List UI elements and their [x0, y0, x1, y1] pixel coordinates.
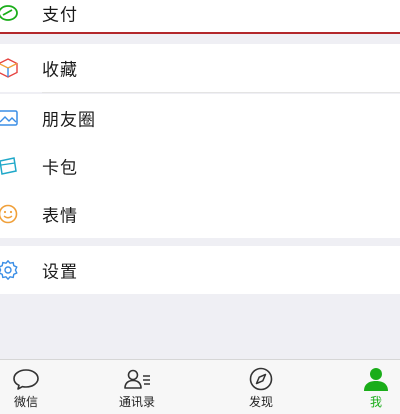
menu-item-label: 支付 [42, 5, 78, 26]
menu-item-favorites[interactable]: 收藏 [0, 44, 400, 92]
tab-label: 通讯录 [118, 395, 155, 409]
card-icon [0, 154, 20, 178]
menu-item-settings[interactable]: 设置 [0, 246, 400, 294]
tab-label: 微信 [13, 395, 38, 409]
tab-label: 我 [369, 395, 382, 409]
tab-me[interactable]: 我 [336, 360, 400, 414]
wallet-icon [0, 1, 20, 25]
gear-icon [0, 258, 20, 282]
selection-underline [0, 32, 400, 34]
menu-item-pay[interactable]: 支付 [0, 0, 400, 32]
cube-icon [0, 56, 20, 80]
menu-item-label: 卡包 [42, 158, 78, 179]
divider [42, 92, 400, 93]
person-icon [360, 366, 392, 392]
contacts-icon [121, 366, 153, 392]
tab-contacts[interactable]: 通讯录 [97, 360, 177, 414]
tab-discover[interactable]: 发现 [221, 360, 301, 414]
tab-label: 发现 [248, 395, 273, 409]
menu-item-label: 收藏 [42, 60, 78, 81]
menu-item-stickers[interactable]: 表情 [0, 190, 400, 238]
menu-item-moments[interactable]: 朋友圈 [0, 94, 400, 142]
smiley-icon [0, 202, 20, 226]
photo-icon [0, 106, 20, 130]
tab-chats[interactable]: 微信 [0, 360, 66, 414]
menu-item-cards[interactable]: 卡包 [0, 142, 400, 190]
bottom-tab-bar: 微信 通讯录 发现 我 [0, 359, 400, 414]
menu-item-label: 设置 [42, 262, 78, 283]
menu-item-label: 表情 [42, 206, 78, 227]
compass-icon [245, 366, 277, 392]
menu-item-label: 朋友圈 [42, 110, 96, 131]
chat-bubble-icon [10, 366, 42, 392]
